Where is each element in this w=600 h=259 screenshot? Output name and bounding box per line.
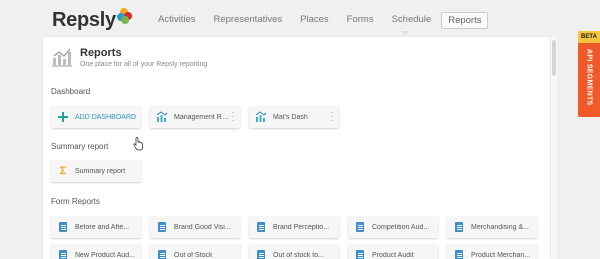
summary-card-label: Summary report (75, 167, 126, 175)
beta-badge: BETA (578, 31, 600, 43)
form-report-card[interactable]: Product Audit (348, 244, 438, 259)
dashboard-card-label: Mat's Dash (273, 113, 308, 121)
repsly-logo[interactable]: Repsly (52, 8, 132, 31)
dashboard-card-mats-dash[interactable]: Mat's Dash · · · (249, 106, 339, 128)
document-icon (156, 249, 168, 259)
bar-chart-icon (52, 48, 72, 67)
form-report-card[interactable]: Merchandising &... (447, 216, 537, 238)
top-bar: Repsly Activities Representatives Places… (0, 0, 600, 37)
form-report-card[interactable]: Brand Perceptio... (249, 216, 339, 238)
form-report-card[interactable]: Product Merchan... (447, 244, 537, 259)
logo-mark-icon (116, 8, 132, 24)
hand-cursor-icon (133, 137, 143, 151)
form-card-label: New Product Aud... (75, 251, 135, 259)
form-card-label: Competition Aud... (372, 223, 430, 231)
section-form-reports-label: Form Reports (51, 197, 100, 206)
section-summary-label: Summary report (51, 142, 109, 151)
form-card-label: Brand Good Visi... (174, 223, 231, 231)
nav-reports[interactable]: Reports (441, 12, 489, 29)
form-report-card[interactable]: Brand Good Visi... (150, 216, 240, 238)
add-dashboard-button[interactable]: ADD DASHBOARD (51, 106, 141, 128)
form-card-label: Product Audit (372, 251, 414, 259)
reports-panel: Reports One place for all of your Repsly… (43, 37, 550, 259)
nav-representatives[interactable]: Representatives (205, 12, 290, 29)
summary-report-card[interactable]: Σ Summary report (51, 160, 141, 182)
page-subtitle: One place for all of your Repsly reporti… (80, 61, 208, 68)
logo-text: Repsly (52, 8, 116, 31)
form-report-card[interactable]: New Product Aud... (51, 244, 141, 259)
dashboard-card-management[interactable]: Management Repo... ··· (150, 106, 240, 128)
form-report-card[interactable]: Out of Stock (150, 244, 240, 259)
section-dashboard-label: Dashboard (51, 87, 91, 96)
form-card-label: Brand Perceptio... (273, 223, 330, 231)
form-card-label: Out of stock to... (273, 251, 324, 259)
add-dashboard-label: ADD DASHBOARD (75, 113, 137, 121)
nav-places[interactable]: Places (292, 12, 337, 29)
sigma-icon: Σ (59, 165, 67, 177)
page-title: Reports (80, 47, 122, 59)
form-card-label: Product Merchan... (471, 251, 531, 259)
active-tab-caret (401, 31, 409, 35)
form-card-label: Merchandising &... (471, 223, 529, 231)
form-report-card[interactable]: Before and Afte... (51, 216, 141, 238)
document-icon (57, 221, 69, 233)
dashboard-chart-icon (156, 111, 168, 123)
document-icon (255, 249, 267, 259)
nav-activities[interactable]: Activities (150, 12, 203, 29)
document-icon (453, 221, 465, 233)
document-icon (255, 221, 267, 233)
document-icon (57, 249, 69, 259)
more-options-icon[interactable]: · · · (229, 109, 237, 125)
form-report-card[interactable]: Competition Aud... (348, 216, 438, 238)
form-report-card[interactable]: Out of stock to... (249, 244, 339, 259)
main-nav: Activities Representatives Places Forms … (150, 12, 490, 29)
document-icon (453, 249, 465, 259)
plus-icon (57, 111, 69, 123)
form-card-label: Before and Afte... (75, 223, 130, 231)
api-segments-label: API SEGMENTS (585, 49, 593, 106)
nav-schedule[interactable]: Schedule (384, 12, 440, 29)
form-card-label: Out of Stock (174, 251, 213, 259)
scrollbar-thumb[interactable] (552, 40, 556, 76)
document-icon (354, 249, 366, 259)
api-segments-side-tab[interactable]: BETA API SEGMENTS (578, 31, 600, 117)
more-options-icon[interactable]: · · · (328, 109, 336, 125)
dashboard-card-label: Management Repo... (174, 113, 229, 121)
dashboard-chart-icon (255, 111, 267, 123)
document-icon (354, 221, 366, 233)
document-icon (156, 221, 168, 233)
nav-forms[interactable]: Forms (339, 12, 382, 29)
